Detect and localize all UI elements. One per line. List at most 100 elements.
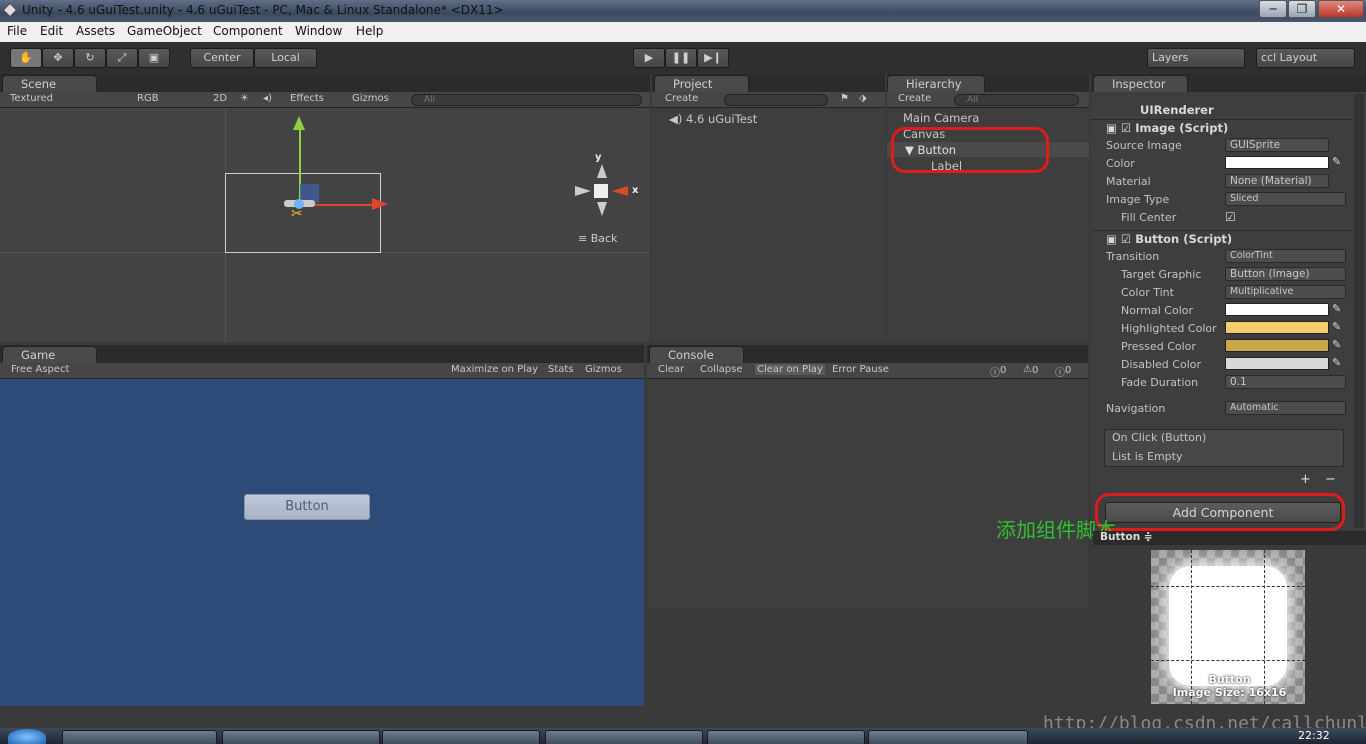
filter-type-icon[interactable]: ⚑ (840, 93, 849, 104)
pressed-color-swatch[interactable] (1225, 339, 1329, 352)
tab-hierarchy[interactable]: Hierarchy (887, 75, 985, 92)
hierarchy-search-input[interactable]: All (954, 94, 1079, 106)
project-search-input[interactable] (724, 94, 828, 106)
move-tool-icon[interactable]: ✥ (42, 48, 74, 68)
console-warn-count[interactable]: ⚠ 0 (1023, 364, 1038, 376)
audio-icon[interactable]: ◂) (263, 93, 272, 104)
button-component-header[interactable]: ▣ ☑ Button (Script) (1106, 232, 1232, 246)
game-view[interactable]: Button (0, 379, 644, 706)
project-create-dropdown[interactable]: Create (665, 93, 698, 104)
clock[interactable]: 22:32 (1298, 729, 1330, 742)
eyedropper-icon[interactable]: ✎ (1332, 155, 1342, 168)
menu-window[interactable]: Window (295, 24, 342, 38)
disabled-color-swatch[interactable] (1225, 357, 1329, 370)
gizmo-down-cone[interactable] (597, 202, 607, 216)
fade-duration-field[interactable]: 0.1 (1225, 375, 1346, 389)
image-component-header[interactable]: ▣ ☑ Image (Script) (1106, 121, 1228, 135)
layout-dropdown[interactable]: ccl Layout (1256, 48, 1355, 68)
minimize-button[interactable]: ─ (1259, 0, 1287, 18)
transition-dropdown[interactable]: ColorTint (1225, 249, 1346, 263)
menu-edit[interactable]: Edit (40, 24, 63, 38)
highlighted-color-swatch[interactable] (1225, 321, 1329, 334)
console-error-count[interactable]: ⓘ 0 (1055, 364, 1071, 379)
pivot-local-toggle[interactable]: Local (254, 48, 317, 68)
fill-center-checkbox[interactable]: ☑ (1225, 210, 1236, 224)
taskbar-item[interactable] (222, 730, 380, 744)
view-label[interactable]: ≡ Back (578, 232, 617, 245)
maximize-on-play-toggle[interactable]: Maximize on Play (451, 364, 538, 375)
material-field[interactable]: None (Material) (1225, 174, 1329, 188)
menu-gameobject[interactable]: GameObject (127, 24, 202, 38)
lighting-icon[interactable]: ☀ (240, 93, 249, 104)
inspector-scrollbar[interactable] (1354, 94, 1364, 528)
color-tint-dropdown[interactable]: Multiplicative (1225, 285, 1346, 299)
view-cube-icon[interactable] (594, 184, 608, 198)
remove-event-icon[interactable]: − (1325, 472, 1336, 487)
console-clear-button[interactable]: Clear (658, 364, 684, 375)
taskbar-item[interactable] (382, 730, 540, 744)
rotate-tool-icon[interactable]: ↻ (74, 48, 106, 68)
console-clear-on-play-toggle[interactable]: Clear on Play (755, 364, 825, 375)
gizmo-left-cone[interactable] (575, 186, 591, 196)
scene-viewport[interactable]: ✂ y x ≡ Back (0, 108, 650, 342)
pivot-center-toggle[interactable]: Center (190, 48, 254, 68)
tab-project[interactable]: Project (654, 75, 749, 92)
maximize-button[interactable]: ❐ (1288, 0, 1316, 18)
taskbar-item[interactable] (868, 730, 1028, 744)
aspect-dropdown[interactable]: Free Aspect (11, 364, 69, 375)
y-arrow-icon[interactable] (293, 116, 305, 130)
uirenderer-header[interactable]: UIRenderer (1140, 103, 1214, 117)
x-arrow-icon[interactable] (372, 198, 388, 210)
effects-dropdown[interactable]: Effects (290, 93, 324, 104)
play-button[interactable]: ▶ (633, 48, 665, 68)
hand-tool-icon[interactable]: ✋ (10, 48, 42, 68)
image-type-dropdown[interactable]: Sliced (1225, 192, 1346, 206)
add-event-icon[interactable]: + (1300, 472, 1311, 487)
target-graphic-field[interactable]: Button (Image) (1225, 267, 1346, 281)
taskbar-item[interactable] (62, 730, 217, 744)
mode-2d-toggle[interactable]: 2D (213, 93, 227, 104)
project-item[interactable]: ◀) 4.6 uGuiTest (669, 112, 757, 126)
shading-dropdown[interactable]: Textured (10, 93, 53, 104)
taskbar-item[interactable] (707, 730, 865, 744)
layers-dropdown[interactable]: Layers (1147, 48, 1245, 68)
filter-label-icon[interactable]: ⬗ (859, 93, 867, 104)
navigation-dropdown[interactable]: Automatic (1225, 401, 1346, 415)
gizmos-dropdown[interactable]: Gizmos (352, 93, 389, 104)
source-image-field[interactable]: GUISprite (1225, 138, 1329, 152)
eyedropper-icon[interactable]: ✎ (1332, 356, 1342, 369)
normal-color-swatch[interactable] (1225, 303, 1329, 316)
close-button[interactable]: ✕ (1318, 0, 1364, 18)
start-button-icon[interactable] (8, 729, 46, 744)
menu-assets[interactable]: Assets (76, 24, 115, 38)
render-mode-dropdown[interactable]: RGB (137, 93, 159, 104)
tab-game[interactable]: Game (2, 346, 97, 363)
menu-file[interactable]: File (7, 24, 27, 38)
console-collapse-toggle[interactable]: Collapse (700, 364, 743, 375)
console-log-count[interactable]: ⓘ 0 (990, 364, 1006, 379)
eyedropper-icon[interactable]: ✎ (1332, 320, 1342, 333)
gizmo-x-cone[interactable] (612, 186, 628, 196)
step-button[interactable]: ▶❙ (697, 48, 729, 68)
console-error-pause-toggle[interactable]: Error Pause (832, 364, 889, 375)
game-gizmos-dropdown[interactable]: Gizmos (585, 364, 622, 375)
stats-toggle[interactable]: Stats (548, 364, 574, 375)
eyedropper-icon[interactable]: ✎ (1332, 302, 1342, 315)
hierarchy-item-main-camera[interactable]: Main Camera (903, 111, 979, 125)
menu-help[interactable]: Help (356, 24, 383, 38)
tab-console[interactable]: Console (649, 346, 744, 363)
tab-inspector[interactable]: Inspector (1093, 75, 1188, 92)
gizmo-up-cone[interactable] (597, 164, 607, 178)
pause-button[interactable]: ❚❚ (665, 48, 697, 68)
color-swatch[interactable] (1225, 156, 1329, 169)
taskbar-item[interactable] (545, 730, 703, 744)
game-ui-button[interactable]: Button (244, 494, 370, 520)
eyedropper-icon[interactable]: ✎ (1332, 338, 1342, 351)
tab-scene[interactable]: Scene (2, 75, 97, 92)
scene-search-input[interactable]: All (411, 94, 642, 106)
preview-title[interactable]: Button ≑ (1100, 531, 1153, 543)
menu-component[interactable]: Component (213, 24, 283, 38)
hierarchy-create-dropdown[interactable]: Create (898, 93, 931, 104)
rect-tool-icon[interactable]: ▣ (138, 48, 170, 68)
scale-tool-icon[interactable]: ⤢ (106, 48, 138, 68)
